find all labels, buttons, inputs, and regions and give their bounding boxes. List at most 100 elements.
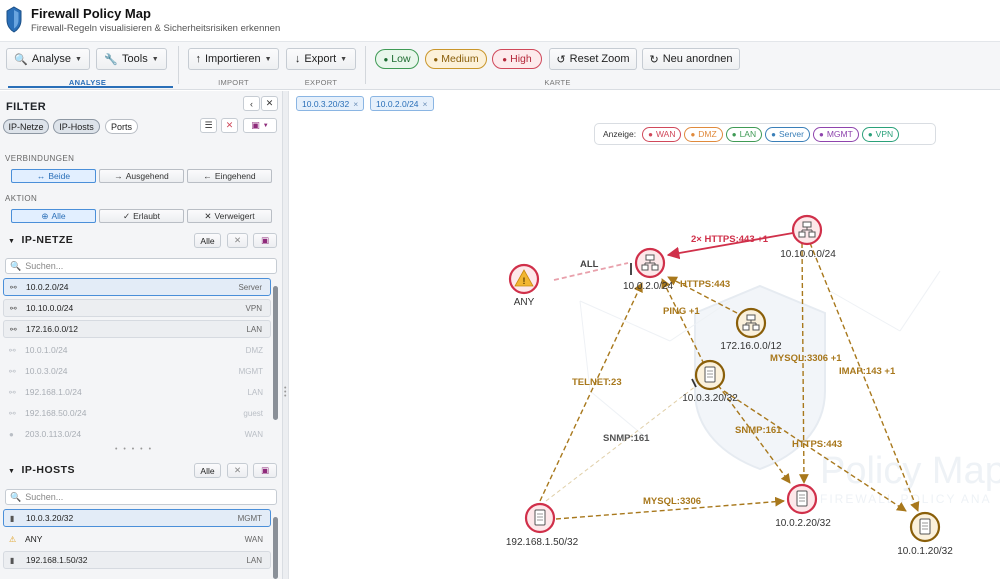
- edge-label[interactable]: SNMP:161: [735, 425, 782, 436]
- direction-out-button[interactable]: → Ausgehend: [99, 169, 184, 183]
- legend-vpn-toggle[interactable]: ● VPN: [861, 126, 900, 142]
- list-item[interactable]: ⚠ ANY WAN: [3, 530, 271, 548]
- rearrange-button[interactable]: ↻ Neu anordnen: [642, 48, 740, 70]
- direction-in-button[interactable]: ← Eingehend: [187, 169, 272, 183]
- policy-map-canvas[interactable]: Policy Map FIREWALL POLICY ANA ALL 2× HT…: [290, 91, 1000, 579]
- close-sidebar-button[interactable]: ✕: [261, 96, 278, 111]
- drag-handle-icon[interactable]: • • •: [284, 385, 286, 400]
- list-item[interactable]: ▮ 10.0.3.20/32 MGMT: [3, 509, 271, 527]
- list-item[interactable]: ⚯ 192.168.50.0/24 guest: [3, 404, 271, 422]
- list-item[interactable]: ▮ 192.168.1.50/32 LAN: [3, 551, 271, 569]
- chip-ip-hosts[interactable]: IP-Hosts: [53, 119, 100, 134]
- aktion-label: AKTION: [5, 194, 38, 203]
- resize-grip-icon[interactable]: • • • • •: [115, 446, 153, 453]
- ip-hosts-header[interactable]: ▼ IP-HOSTS: [8, 464, 75, 476]
- ip-netze-search-input[interactable]: 🔍 Suchen...: [5, 258, 277, 274]
- close-icon[interactable]: ×: [353, 99, 358, 109]
- legend-dmz-toggle[interactable]: ● DMZ: [684, 126, 723, 142]
- direction-both-button[interactable]: ↔ Beide: [11, 169, 96, 183]
- list-item-tag: guest: [243, 408, 263, 418]
- edge-label[interactable]: MYSQL:3306 +1: [770, 353, 842, 364]
- edge-label[interactable]: IMAP:143 +1: [839, 366, 896, 377]
- ip-hosts-search-placeholder: Suchen...: [25, 492, 64, 502]
- edge-label[interactable]: MYSQL:3306: [643, 496, 701, 507]
- legend-server-toggle[interactable]: ● Server: [765, 126, 810, 142]
- list-item[interactable]: ⚯ 10.0.3.0/24 MGMT: [3, 362, 271, 380]
- save-filter-button[interactable]: ▣ ▼: [243, 118, 277, 133]
- chip-ip-netze[interactable]: IP-Netze: [3, 119, 49, 134]
- wrench-icon: 🔧: [104, 53, 119, 66]
- legend-lan-toggle[interactable]: ● LAN: [725, 126, 763, 142]
- edge-192.168.1.50-to-10.0.2.0[interactable]: [539, 282, 643, 502]
- close-icon: ✕: [204, 210, 212, 221]
- action-denied-button[interactable]: ✕ Verweigert: [187, 209, 272, 223]
- watermark-title: Policy Map: [820, 450, 1000, 492]
- filter-low-button[interactable]: ● Low: [375, 49, 419, 69]
- reset-zoom-button[interactable]: ↺ Reset Zoom: [549, 48, 637, 70]
- collapse-sidebar-button[interactable]: ‹: [243, 96, 260, 111]
- policy-graph[interactable]: Policy Map FIREWALL POLICY ANA ALL 2× HT…: [290, 91, 1000, 579]
- active-filter-chip[interactable]: 10.0.3.20/32 ×: [296, 96, 365, 111]
- close-icon: ✕: [233, 235, 242, 245]
- ip-hosts-scrollbar[interactable]: [273, 517, 278, 579]
- node-10.10.0.0-24[interactable]: 10.10.0.0/24: [780, 214, 836, 260]
- action-allowed-button[interactable]: ✓ Erlaubt: [99, 209, 184, 223]
- watermark: Policy Map FIREWALL POLICY ANA: [579, 270, 1000, 506]
- filter-high-button[interactable]: ● High: [492, 49, 542, 69]
- list-item[interactable]: ● 203.0.113.0/24 WAN: [3, 425, 271, 443]
- chip-ports[interactable]: Ports: [105, 119, 138, 134]
- list-item-name: 10.0.2.0/24: [26, 282, 69, 292]
- ip-netze-select-all-button[interactable]: Alle: [194, 233, 221, 248]
- list-item[interactable]: ⚯ 10.10.0.0/24 VPN: [3, 299, 271, 317]
- edge-label[interactable]: HTTPS:443: [792, 439, 842, 450]
- list-item[interactable]: ⚯ 10.0.1.0/24 DMZ: [3, 341, 271, 359]
- ip-hosts-search-input[interactable]: 🔍 Suchen...: [5, 489, 277, 505]
- legend-wan-toggle[interactable]: ● WAN: [642, 126, 682, 142]
- node-any[interactable]: ! ANY: [508, 263, 540, 308]
- clear-filter-button[interactable]: ✕: [221, 118, 238, 133]
- tools-menu-button[interactable]: 🔧 Tools ▼: [96, 48, 167, 70]
- list-item[interactable]: ⚯ 192.168.1.0/24 LAN: [3, 383, 271, 401]
- list-item-name: 10.10.0.0/24: [26, 303, 74, 313]
- analyse-menu-button[interactable]: 🔍 Analyse ▼: [6, 48, 90, 70]
- import-menu-button[interactable]: ↑ Importieren ▼: [188, 48, 279, 70]
- toolbar-divider: [178, 46, 179, 84]
- edge-label[interactable]: PING +1: [663, 306, 700, 317]
- ip-hosts-clear-button[interactable]: ✕: [227, 463, 248, 478]
- legend-item-label: VPN: [875, 129, 894, 139]
- server-icon: ▮: [10, 555, 15, 565]
- ip-netze-clear-button[interactable]: ✕: [227, 233, 248, 248]
- ip-netze-save-button[interactable]: ▣: [253, 233, 277, 248]
- ip-hosts-save-button[interactable]: ▣: [253, 463, 277, 478]
- node-label: ANY: [514, 297, 535, 308]
- edge-label[interactable]: SNMP:161: [603, 433, 650, 444]
- ip-netze-header[interactable]: ▼ IP-NETZE: [8, 234, 73, 246]
- analyse-label: Analyse: [31, 53, 71, 65]
- filter-medium-button[interactable]: ● Medium: [425, 49, 487, 69]
- save-icon: ▣: [260, 465, 270, 475]
- ip-hosts-select-all-button[interactable]: Alle: [194, 463, 221, 478]
- server-icon: [534, 509, 546, 526]
- active-filter-chip[interactable]: 10.0.2.0/24 ×: [370, 96, 434, 111]
- list-item[interactable]: ⚯ 172.16.0.0/12 LAN: [3, 320, 271, 338]
- export-menu-button[interactable]: ↓ Export ▼: [286, 48, 356, 70]
- toolbar: 🔍 Analyse ▼ 🔧 Tools ▼ ANALYSE ↑ Importie…: [0, 42, 1000, 90]
- node-label: 10.0.1.20/32: [897, 546, 953, 557]
- node-192.168.1.50-32[interactable]: 192.168.1.50/32: [506, 502, 579, 548]
- legend-mgmt-toggle[interactable]: ● MGMT: [813, 126, 859, 142]
- server-icon: [919, 518, 931, 535]
- edge-label[interactable]: 2× HTTPS:443 +1: [691, 234, 769, 245]
- sidebar-splitter[interactable]: • • •: [283, 91, 289, 579]
- node-10.0.1.20-32[interactable]: 10.0.1.20/32: [897, 511, 953, 557]
- list-item-name: ANY: [25, 534, 43, 544]
- edge-label[interactable]: TELNET:23: [572, 377, 622, 388]
- dot-icon: ●: [648, 129, 653, 139]
- list-view-button[interactable]: ☰: [200, 118, 217, 133]
- edge-label[interactable]: ALL: [580, 259, 599, 270]
- ip-netze-scrollbar[interactable]: [273, 286, 278, 420]
- list-item[interactable]: ⚯ 10.0.2.0/24 Server: [3, 278, 271, 296]
- legend-item-label: WAN: [655, 129, 676, 139]
- edge-label[interactable]: HTTPS:443: [680, 279, 730, 290]
- close-icon[interactable]: ×: [423, 99, 428, 109]
- action-all-button[interactable]: ⊕ Alle: [11, 209, 96, 223]
